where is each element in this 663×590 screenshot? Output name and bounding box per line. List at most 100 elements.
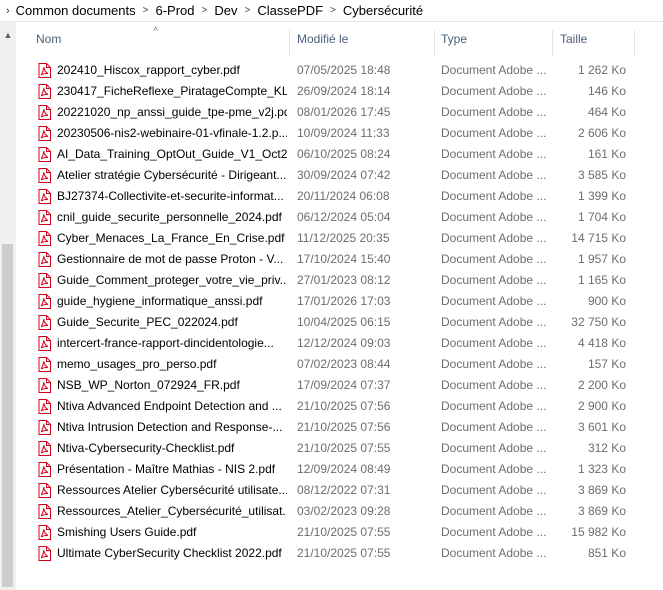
pdf-file-icon bbox=[38, 504, 51, 519]
file-modified-date: 21/10/2025 07:55 bbox=[297, 441, 391, 455]
file-name: NSB_WP_Norton_072924_FR.pdf bbox=[57, 378, 240, 392]
file-modified-date: 03/02/2023 09:28 bbox=[297, 504, 391, 518]
pdf-file-icon bbox=[38, 357, 51, 372]
breadcrumb-item-cybersecurite[interactable]: Cybersécurité bbox=[343, 3, 423, 18]
file-row[interactable]: Ultimate CyberSecurity Checklist 2022.pd… bbox=[16, 543, 663, 564]
file-modified-date: 17/01/2026 17:03 bbox=[297, 294, 391, 308]
file-name: cnil_guide_securite_personnelle_2024.pdf bbox=[57, 210, 282, 224]
file-size: 4 418 Ko bbox=[577, 336, 626, 350]
file-type: Document Adobe ... bbox=[441, 168, 547, 182]
file-type: Document Adobe ... bbox=[441, 399, 547, 413]
file-size: 312 Ko bbox=[587, 441, 626, 455]
pdf-file-icon bbox=[38, 189, 51, 204]
file-size: 157 Ko bbox=[587, 357, 626, 371]
breadcrumb-item-dev[interactable]: Dev bbox=[214, 3, 237, 18]
file-row[interactable]: NSB_WP_Norton_072924_FR.pdf 17/09/2024 07… bbox=[16, 375, 663, 396]
file-modified-date: 30/09/2024 07:42 bbox=[297, 168, 391, 182]
file-size: 3 869 Ko bbox=[577, 504, 626, 518]
file-name: 20221020_np_anssi_guide_tpe-pme_v2j.pdf bbox=[57, 105, 287, 119]
file-name: 230417_FicheReflexe_PiratageCompte_KL... bbox=[57, 84, 287, 98]
file-row[interactable]: Ntiva-Cybersecurity-Checklist.pdf 21/10/2… bbox=[16, 438, 663, 459]
pdf-file-icon bbox=[38, 420, 51, 435]
file-row[interactable]: Guide_Comment_proteger_votre_vie_priv...… bbox=[16, 270, 663, 291]
column-header-size[interactable]: Taille bbox=[553, 22, 633, 56]
breadcrumb-separator-icon[interactable]: > bbox=[143, 5, 149, 16]
vertical-scrollbar[interactable]: ▲ bbox=[0, 22, 16, 590]
breadcrumb-item-common-documents[interactable]: Common documents bbox=[16, 3, 136, 18]
file-row[interactable]: memo_usages_pro_perso.pdf 07/02/2023 08:4… bbox=[16, 354, 663, 375]
scroll-up-arrow-icon[interactable]: ▲ bbox=[0, 29, 16, 41]
file-modified-date: 26/09/2024 18:14 bbox=[297, 84, 391, 98]
file-name: memo_usages_pro_perso.pdf bbox=[57, 357, 217, 371]
file-size: 15 982 Ko bbox=[571, 525, 626, 539]
file-row[interactable]: Ressources Atelier Cybersécurité utilisa… bbox=[16, 480, 663, 501]
pdf-file-icon bbox=[38, 105, 51, 120]
pdf-file-icon bbox=[38, 168, 51, 183]
file-name: intercert-france-rapport-dincidentologie… bbox=[57, 336, 274, 350]
pdf-file-icon bbox=[38, 294, 51, 309]
pdf-file-icon bbox=[38, 84, 51, 99]
column-divider[interactable] bbox=[634, 30, 635, 56]
file-row[interactable]: cnil_guide_securite_personnelle_2024.pdf… bbox=[16, 207, 663, 228]
file-row[interactable]: Smishing Users Guide.pdf 21/10/2025 07:55… bbox=[16, 522, 663, 543]
file-row[interactable]: BJ27374-Collectivite-et-securite-informa… bbox=[16, 186, 663, 207]
file-type: Document Adobe ... bbox=[441, 420, 547, 434]
file-size: 1 262 Ko bbox=[577, 63, 626, 77]
file-row[interactable]: Ntiva Advanced Endpoint Detection and ..… bbox=[16, 396, 663, 417]
pdf-file-icon bbox=[38, 273, 51, 288]
file-row[interactable]: 20230506-nis2-webinaire-01-vfinale-1.2.p… bbox=[16, 123, 663, 144]
file-name: Smishing Users Guide.pdf bbox=[57, 525, 197, 539]
file-row[interactable]: Ressources_Atelier_Cybersécurité_utilisa… bbox=[16, 501, 663, 522]
file-name: guide_hygiene_informatique_anssi.pdf bbox=[57, 294, 263, 308]
pdf-file-icon bbox=[38, 378, 51, 393]
pdf-file-icon bbox=[38, 252, 51, 267]
file-row[interactable]: Guide_Securite_PEC_022024.pdf 10/04/2025 … bbox=[16, 312, 663, 333]
file-row[interactable]: Cyber_Menaces_La_France_En_Crise.pdf 11/1… bbox=[16, 228, 663, 249]
file-row[interactable]: 20221020_np_anssi_guide_tpe-pme_v2j.pdf 0… bbox=[16, 102, 663, 123]
file-type: Document Adobe ... bbox=[441, 483, 547, 497]
file-type: Document Adobe ... bbox=[441, 525, 547, 539]
file-list: 202410_Hiscox_rapport_cyber.pdf 07/05/202… bbox=[16, 60, 663, 564]
pdf-file-icon bbox=[38, 231, 51, 246]
file-modified-date: 06/12/2024 05:04 bbox=[297, 210, 391, 224]
file-row[interactable]: AI_Data_Training_OptOut_Guide_V1_Oct2...… bbox=[16, 144, 663, 165]
file-row[interactable]: Ntiva Intrusion Detection and Response-.… bbox=[16, 417, 663, 438]
file-row[interactable]: intercert-france-rapport-dincidentologie… bbox=[16, 333, 663, 354]
breadcrumb-item-6-prod[interactable]: 6-Prod bbox=[155, 3, 194, 18]
breadcrumb-chevron-icon[interactable]: › bbox=[6, 5, 10, 17]
file-row[interactable]: 202410_Hiscox_rapport_cyber.pdf 07/05/202… bbox=[16, 60, 663, 81]
file-row[interactable]: Atelier stratégie Cybersécurité - Dirige… bbox=[16, 165, 663, 186]
file-type: Document Adobe ... bbox=[441, 378, 547, 392]
file-size: 1 704 Ko bbox=[577, 210, 626, 224]
column-header-name[interactable]: Nom bbox=[29, 22, 287, 56]
file-row[interactable]: Présentation - Maître Mathias - NIS 2.pd… bbox=[16, 459, 663, 480]
file-modified-date: 12/12/2024 09:03 bbox=[297, 336, 391, 350]
file-row[interactable]: 230417_FicheReflexe_PiratageCompte_KL...… bbox=[16, 81, 663, 102]
breadcrumb-separator-icon[interactable]: > bbox=[244, 5, 250, 16]
breadcrumb-separator-icon[interactable]: > bbox=[330, 5, 336, 16]
file-type: Document Adobe ... bbox=[441, 273, 547, 287]
file-modified-date: 21/10/2025 07:55 bbox=[297, 546, 391, 560]
file-name: Ultimate CyberSecurity Checklist 2022.pd… bbox=[57, 546, 282, 560]
file-type: Document Adobe ... bbox=[441, 252, 547, 266]
file-size: 851 Ko bbox=[587, 546, 626, 560]
file-size: 3 585 Ko bbox=[577, 168, 626, 182]
breadcrumb-item-classepdf[interactable]: ClassePDF bbox=[257, 3, 323, 18]
file-modified-date: 20/11/2024 06:08 bbox=[297, 189, 390, 203]
column-header-date[interactable]: Modifié le bbox=[290, 22, 435, 56]
pdf-file-icon bbox=[38, 483, 51, 498]
file-name: Cyber_Menaces_La_France_En_Crise.pdf bbox=[57, 231, 285, 245]
file-name: Ressources Atelier Cybersécurité utilisa… bbox=[57, 483, 287, 497]
file-size: 1 165 Ko bbox=[577, 273, 626, 287]
breadcrumb: › Common documents > 6-Prod > Dev > Clas… bbox=[0, 0, 663, 22]
file-name: Ntiva-Cybersecurity-Checklist.pdf bbox=[57, 441, 235, 455]
file-type: Document Adobe ... bbox=[441, 315, 547, 329]
breadcrumb-separator-icon[interactable]: > bbox=[202, 5, 208, 16]
file-row[interactable]: guide_hygiene_informatique_anssi.pdf 17/0… bbox=[16, 291, 663, 312]
pdf-file-icon bbox=[38, 546, 51, 561]
file-type: Document Adobe ... bbox=[441, 294, 547, 308]
column-header-type[interactable]: Type bbox=[434, 22, 552, 56]
file-modified-date: 11/12/2025 20:35 bbox=[297, 231, 390, 245]
scrollbar-thumb[interactable] bbox=[2, 244, 13, 587]
file-row[interactable]: Gestionnaire de mot de passe Proton - V.… bbox=[16, 249, 663, 270]
